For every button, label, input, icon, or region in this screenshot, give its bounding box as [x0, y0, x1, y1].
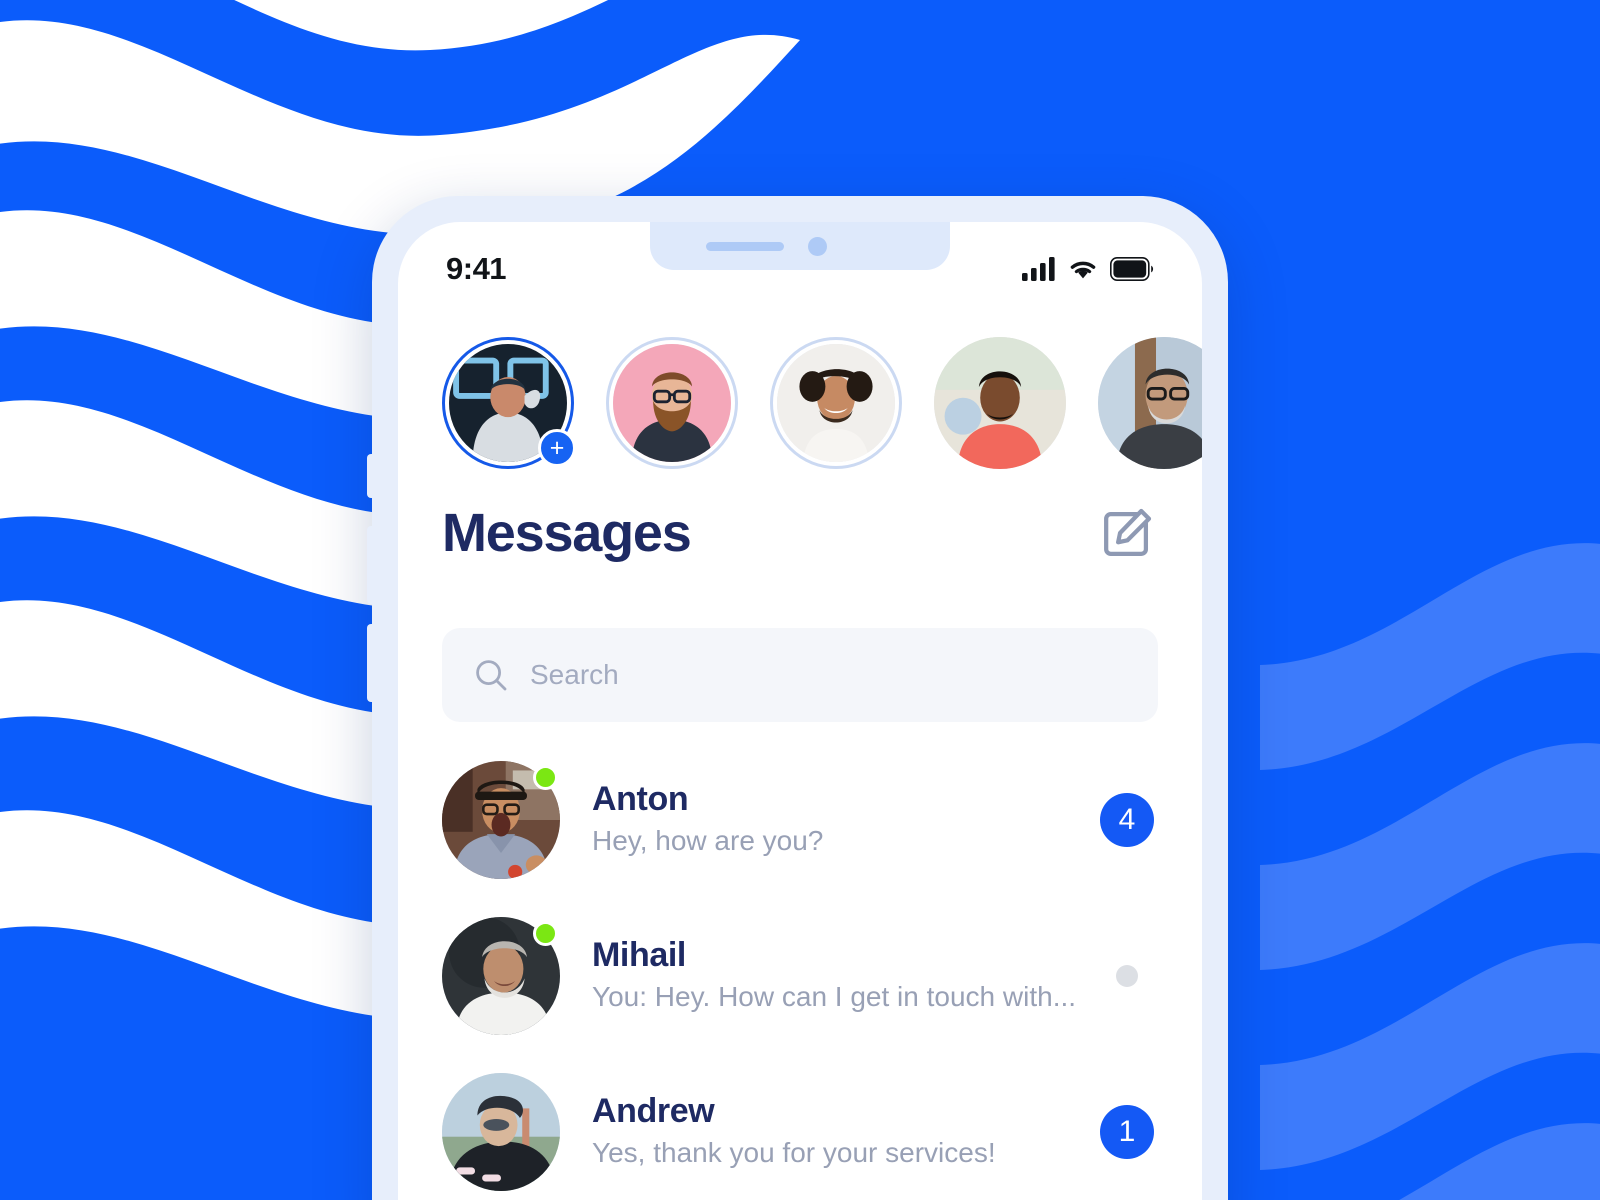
avatar-photo-4 [934, 337, 1066, 469]
avatar-photo-2 [613, 344, 731, 462]
conversation-text: Mihail You: Hey. How can I get in touch … [560, 934, 1100, 1019]
conversation-row-andrew[interactable]: Andrew Yes, thank you for your services!… [398, 1054, 1202, 1200]
avatar [442, 917, 560, 1035]
wifi-icon [1070, 261, 1096, 279]
story-avatar [1098, 337, 1202, 469]
conversation-name: Mihail [592, 935, 686, 974]
story-avatar [777, 344, 895, 462]
messages-header: Messages [398, 502, 1202, 564]
online-status-dot [533, 921, 558, 946]
story-avatar [934, 337, 1066, 469]
conversation-list: Anton Hey, how are you? 4 Mihail You: He… [398, 742, 1202, 1200]
story-item-5[interactable] [1098, 337, 1202, 469]
search-icon [476, 660, 507, 691]
avatar-photo-3 [777, 344, 895, 462]
avatar-photo-5 [1098, 337, 1202, 469]
conversation-avatar [442, 1073, 560, 1191]
avatar-photo-andrew [442, 1073, 560, 1191]
cellular-signal-icon [1022, 257, 1055, 281]
story-avatar [613, 344, 731, 462]
story-item-4[interactable] [934, 337, 1066, 469]
search-input[interactable]: Search [530, 659, 619, 691]
status-bar: 9:41 [398, 222, 1202, 298]
conversation-name: Andrew [592, 1091, 715, 1130]
conversation-row-anton[interactable]: Anton Hey, how are you? 4 [398, 742, 1202, 898]
conversation-text: Anton Hey, how are you? [560, 778, 1100, 863]
phone-side-button-volume-down[interactable] [367, 624, 374, 702]
stories-row[interactable]: + [398, 318, 1202, 488]
conversation-preview: Yes, thank you for your services! [592, 1137, 996, 1169]
compose-edit-icon[interactable] [1100, 506, 1154, 560]
phone-side-button-volume-up[interactable] [367, 526, 374, 604]
page-title: Messages [442, 503, 692, 563]
online-status-dot [533, 765, 558, 790]
status-icon-group [1022, 257, 1154, 281]
story-item-2[interactable] [606, 337, 738, 469]
story-item-your-story[interactable]: + [442, 337, 576, 469]
conversation-name: Anton [592, 779, 689, 818]
battery-icon [1110, 257, 1154, 281]
avatar [442, 1073, 560, 1191]
unread-badge[interactable]: 1 [1100, 1105, 1154, 1159]
story-item-3[interactable] [770, 337, 902, 469]
background-stage: 9:41 + Messages Search Anton Hey, how ar… [0, 0, 1600, 1200]
conversation-text: Andrew Yes, thank you for your services! [560, 1090, 1100, 1175]
conversation-preview: Hey, how are you? [592, 825, 824, 857]
status-time: 9:41 [446, 251, 507, 286]
search-bar[interactable]: Search [442, 628, 1158, 722]
read-status-dot[interactable] [1116, 965, 1138, 987]
unread-badge[interactable]: 4 [1100, 793, 1154, 847]
conversation-preview: You: Hey. How can I get in touch with... [592, 981, 1077, 1013]
conversation-row-mihail[interactable]: Mihail You: Hey. How can I get in touch … [398, 898, 1202, 1054]
phone-frame: 9:41 + Messages Search Anton Hey, how ar… [367, 196, 1228, 1200]
phone-screen: 9:41 + Messages Search Anton Hey, how ar… [398, 222, 1202, 1200]
avatar [442, 761, 560, 879]
add-story-button[interactable]: + [538, 429, 576, 467]
phone-side-button-mute[interactable] [367, 454, 374, 498]
